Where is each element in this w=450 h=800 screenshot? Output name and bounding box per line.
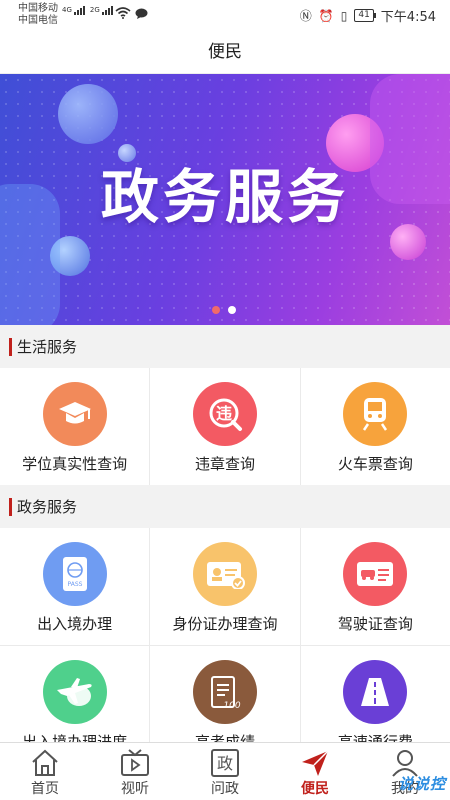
section-header-gov: 政务服务 xyxy=(0,486,450,528)
banner-bubble-1 xyxy=(58,84,118,144)
banner-bubble-5 xyxy=(118,144,136,162)
service-label: 火车票查询 xyxy=(337,455,413,473)
status-bar: 中国移动 中国电信 4G 2G Ⓝ ⏰ ▯ 41 下午4:54 xyxy=(0,0,450,30)
tab-label: 问政 xyxy=(211,781,239,797)
service-label: 身份证办理查询 xyxy=(172,615,278,633)
vibrate-icon: ▯ xyxy=(340,8,348,23)
network-type-2: 2G xyxy=(89,6,100,14)
clock: 下午4:54 xyxy=(380,10,436,25)
life-services-grid: 学位真实性查询 违 违章查询 火车票查询 xyxy=(0,368,450,485)
section-marker xyxy=(9,498,12,516)
service-train-ticket[interactable]: 火车票查询 xyxy=(300,368,450,485)
service-driver-license[interactable]: 驾驶证查询 xyxy=(300,528,450,645)
graduation-cap-icon xyxy=(42,382,107,446)
service-id-card[interactable]: 身份证办理查询 xyxy=(150,528,300,645)
highway-icon xyxy=(343,660,408,724)
wifi-icon xyxy=(115,7,131,19)
svg-text:100: 100 xyxy=(223,701,240,710)
svg-text:PASS: PASS xyxy=(67,581,82,588)
signal-icon: 4G 2G xyxy=(62,6,113,15)
train-icon xyxy=(343,382,408,446)
section-marker xyxy=(9,338,12,356)
zheng-icon: 政 xyxy=(211,749,239,777)
violation-search-icon: 违 xyxy=(192,382,257,446)
tab-convenience[interactable]: 便民 xyxy=(270,743,360,800)
banner-bubble-4 xyxy=(390,224,426,260)
service-violation-query[interactable]: 违 违章查询 xyxy=(150,368,300,485)
pager-dot-2[interactable] xyxy=(228,306,236,314)
pager-dot-1[interactable] xyxy=(212,306,220,314)
screen: 中国移动 中国电信 4G 2G Ⓝ ⏰ ▯ 41 下午4:54 便民 政务服务 … xyxy=(0,0,450,800)
service-label: 驾驶证查询 xyxy=(337,615,413,633)
airplane-icon xyxy=(42,660,107,724)
nfc-icon: Ⓝ xyxy=(299,9,312,23)
svg-text:违: 违 xyxy=(216,404,232,423)
section-title: 生活服务 xyxy=(17,338,78,356)
carrier-1: 中国移动 xyxy=(18,3,58,14)
tab-label: 首页 xyxy=(31,781,59,797)
tab-label: 便民 xyxy=(301,781,329,797)
bottom-tab-bar: 首页 视听 政 问政 便民 我的 xyxy=(0,742,450,800)
service-label: 违章查询 xyxy=(194,455,255,473)
service-label: 出入境办理 xyxy=(37,615,113,633)
banner-title: 政务服务 xyxy=(100,163,349,231)
service-degree-verify[interactable]: 学位真实性查询 xyxy=(0,368,150,485)
exam-score-icon: 100 xyxy=(192,660,257,724)
watermark: 说说控 xyxy=(397,775,446,793)
alarm-icon: ⏰ xyxy=(318,8,334,23)
gov-services-grid: PASS 出入境办理 身份证办理查询 驾驶证查询 出入境办理进度 100 xyxy=(0,528,450,763)
service-exit-entry[interactable]: PASS 出入境办理 xyxy=(0,528,150,645)
carrier-2: 中国电信 xyxy=(18,15,58,26)
section-title: 政务服务 xyxy=(17,498,78,516)
tab-media[interactable]: 视听 xyxy=(90,743,180,800)
tab-inquiry[interactable]: 政 问政 xyxy=(180,743,270,800)
tab-label: 视听 xyxy=(121,781,149,797)
banner-pager xyxy=(212,306,236,314)
page-title: 便民 xyxy=(0,30,450,74)
network-type-1: 4G xyxy=(62,6,72,14)
id-card-icon xyxy=(192,542,257,606)
carrier-labels: 中国移动 中国电信 xyxy=(18,3,58,27)
battery-icon: 41 xyxy=(354,9,377,22)
paper-plane-icon xyxy=(302,750,329,776)
section-header-life: 生活服务 xyxy=(0,326,450,368)
service-label: 学位真实性查询 xyxy=(22,455,128,473)
svg-text:政: 政 xyxy=(217,754,233,773)
status-right: Ⓝ ⏰ ▯ 41 下午4:54 xyxy=(299,6,436,26)
tv-icon xyxy=(121,749,149,776)
passport-icon: PASS xyxy=(42,542,107,606)
tab-home[interactable]: 首页 xyxy=(0,743,90,800)
message-icon xyxy=(135,8,148,19)
home-icon xyxy=(32,749,58,776)
driver-license-icon xyxy=(343,542,408,606)
